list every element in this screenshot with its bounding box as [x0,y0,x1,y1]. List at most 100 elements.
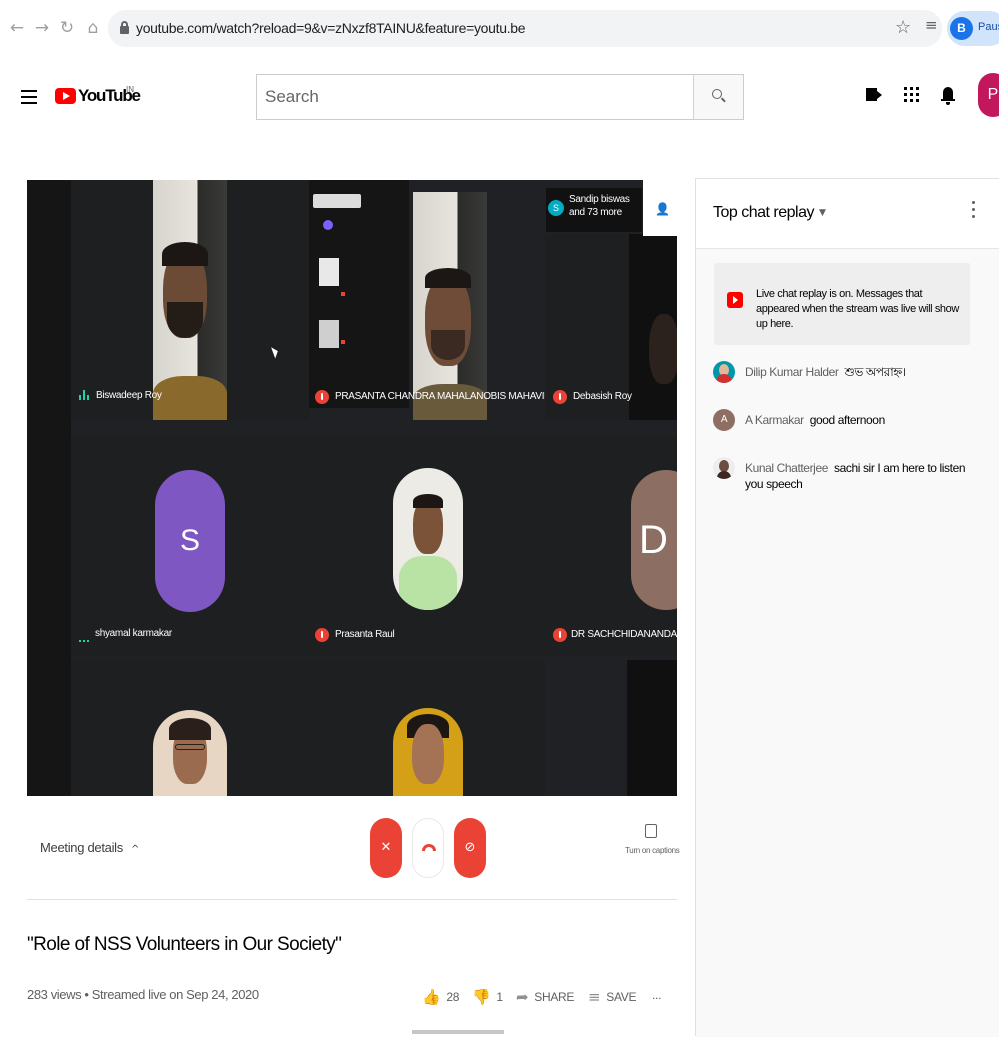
browser-toolbar: ← → ↻ ⌂ youtube.com/watch?reload=9&v=zNx… [0,0,999,58]
youtube-play-icon [55,88,76,104]
account-avatar[interactable]: P [978,73,999,117]
microphone-toggle-button[interactable]: ✕ [370,818,402,878]
captions-icon [645,824,657,838]
participant-video [393,708,463,796]
reading-list-icon[interactable]: ≡ [925,16,941,34]
chat-mode-dropdown[interactable]: Top chat replay ▼ [713,204,826,222]
apps-grid-icon[interactable] [904,87,919,102]
chat-author[interactable]: Dilip Kumar Halder [745,365,839,379]
participant-initial-avatar: D [631,470,677,610]
mic-off-icon [553,390,567,404]
chat-avatar: A [713,409,735,431]
chat-text: good afternoon [809,413,886,427]
participant-name: DR SACHCHIDANANDA ROY [571,629,677,640]
search-input[interactable] [257,75,694,119]
description-divider [412,1030,504,1034]
home-icon[interactable]: ⌂ [82,17,104,39]
more-options-icon[interactable] [972,201,976,221]
address-bar[interactable]: youtube.com/watch?reload=9&v=zNxzf8TAINU… [108,10,942,47]
chevron-up-icon: ^ [130,844,140,855]
video-title: "Role of NSS Volunteers in Our Society" [27,934,342,955]
logo-country-code: IN [126,85,134,94]
search-button[interactable] [693,75,743,119]
save-label: SAVE [606,990,637,1004]
camera-off-icon: ⊘ [464,840,476,855]
participant-video [413,192,487,420]
mic-off-icon: ✕ [380,840,392,855]
speaking-indicator-icon [79,632,91,642]
participant-tile: D DR SACHCHIDANANDA ROY [545,436,677,656]
participant-tile [309,660,545,796]
chat-text: শুভ অপরাহ্ন। [844,365,907,379]
meeting-details-label: Meeting details [40,840,123,855]
player-left-strip [27,180,71,796]
video-player[interactable]: Biswadeep Roy PRASANTA CHANDRA MAHALANOB… [27,180,677,796]
camera-toggle-button[interactable]: ⊘ [454,818,486,878]
like-count: 28 [446,990,460,1004]
chat-replay-banner: Live chat replay is on. Messages that ap… [714,263,970,345]
participant-tile: S shyamal karmakar [71,436,309,656]
thumbs-up-icon: 👍 [422,988,441,1006]
other-participants-label: Sandip biswas and 73 more [569,194,630,218]
participant-tile: Prasanta Raul [309,436,545,656]
dislike-button[interactable]: 👎 1 [472,988,503,1006]
phone-hangup-icon [422,844,436,851]
chat-avatar [713,361,735,383]
reload-icon[interactable]: ↻ [56,17,78,39]
chat-author[interactable]: Kunal Chatterjee [745,461,828,475]
participant-tile: Debasish Roy [545,234,677,420]
other-participants-badge: S Sandip biswas and 73 more [546,188,642,232]
like-button[interactable]: 👍 28 [422,988,459,1006]
share-button[interactable]: ➦ SHARE [516,988,574,1006]
chat-header: Top chat replay ▼ [696,179,999,249]
youtube-play-icon [727,292,743,308]
participant-name: Biswadeep Roy [96,390,162,401]
caret-down-icon: ▼ [819,208,826,218]
meeting-details-button[interactable]: Meeting details ^ [40,840,139,855]
lock-icon[interactable] [120,21,129,34]
participant-video [393,468,463,610]
create-video-icon[interactable] [866,87,882,101]
meeting-controls-bar: Meeting details ^ ✕ ⊘ Turn on captions [27,796,680,900]
video-meta: 283 views • Streamed live on Sep 24, 202… [27,987,259,1002]
back-arrow-icon[interactable]: ← [6,17,28,39]
share-label: SHARE [534,990,575,1004]
url-text[interactable]: youtube.com/watch?reload=9&v=zNxzf8TAINU… [136,20,526,36]
participant-video [153,710,227,796]
mic-off-icon [315,390,329,404]
participant-tile: PRASANTA CHANDRA MAHALANOBIS MAHAVIDYALA… [309,180,586,420]
notifications-bell-icon[interactable] [941,87,955,105]
people-icon: 👤 [655,202,670,216]
profile-initial: B [950,17,973,40]
bookmark-star-icon[interactable]: ☆ [895,17,911,38]
search-box [256,74,744,120]
menu-icon[interactable] [21,90,37,104]
chat-author[interactable]: A Karmakar [745,413,804,427]
more-actions-icon: ... [652,988,662,1002]
speaking-indicator-icon [79,390,91,400]
participant-name: Debasish Roy [573,391,632,402]
banner-text: Live chat replay is on. Messages that ap… [756,288,959,330]
chat-title: Top chat replay [713,204,815,221]
share-arrow-icon: ➦ [516,988,529,1006]
mic-off-icon [553,628,567,642]
forward-arrow-icon[interactable]: → [31,17,53,39]
people-button[interactable]: 👤 [643,180,677,236]
chat-replay-panel: Top chat replay ▼ Live chat replay is on.… [695,178,999,1037]
participant-initial-avatar: S [155,470,225,612]
participant-tile: Biswadeep Roy [71,180,309,420]
hang-up-button[interactable] [412,818,444,878]
save-button[interactable]: ≡ SAVE [588,988,637,1006]
browser-profile-button[interactable]: B Paused [947,11,999,46]
participant-video [153,180,227,420]
participant-tile [71,660,309,796]
more-actions-button[interactable]: ... [652,988,661,1002]
captions-label: Turn on captions [625,846,680,855]
participant-initial-avatar: S [548,200,564,216]
player-right-strip [627,660,677,796]
youtube-logo[interactable]: YouTube IN [55,85,141,111]
captions-button[interactable]: Turn on captions [625,824,680,855]
thumbs-down-icon: 👎 [472,988,491,1006]
participant-name: shyamal karmakar [95,628,172,639]
profile-status: Paused [978,21,999,33]
